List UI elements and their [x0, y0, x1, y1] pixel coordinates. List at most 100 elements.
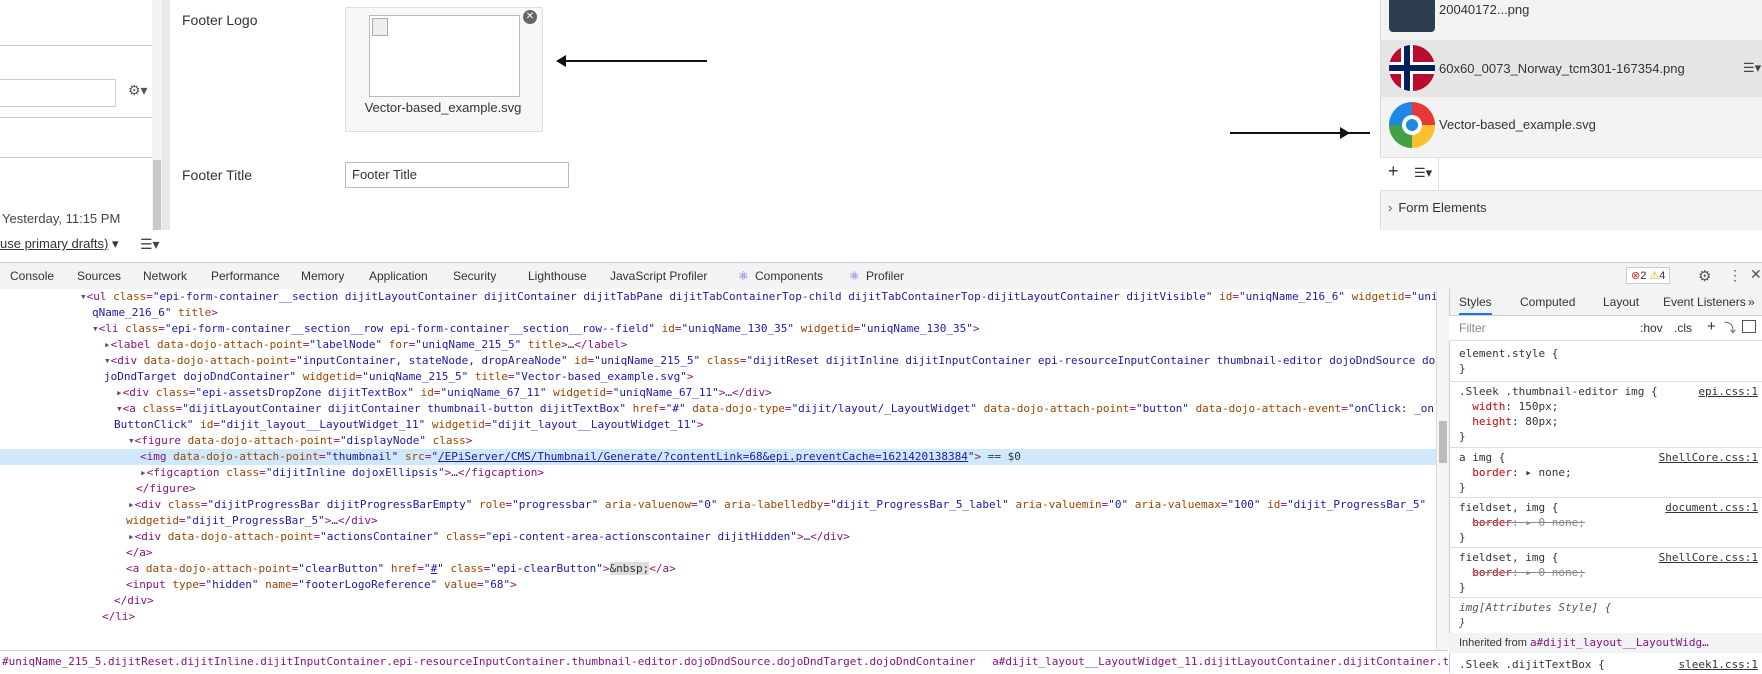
- dom-node[interactable]: ▾<a class="dijitLayoutContainer dijitCon…: [0, 401, 1436, 417]
- asset-item[interactable]: Vector-based_example.svg: [1381, 97, 1762, 154]
- dom-node[interactable]: <input type="hidden" name="footerLogoRef…: [0, 577, 1436, 593]
- chevron-down-icon[interactable]: ▾: [112, 236, 119, 251]
- prop-name[interactable]: height: [1472, 415, 1512, 428]
- left-scrollbar[interactable]: [152, 0, 162, 230]
- rule-source-link[interactable]: epi.css:1: [1698, 384, 1758, 399]
- dom-node-close: </li>: [102, 610, 136, 623]
- prop-value[interactable]: 150px;: [1519, 400, 1559, 413]
- left-list-row[interactable]: [0, 117, 155, 158]
- form-elements-section[interactable]: › Form Elements: [1380, 200, 1486, 215]
- tab-components[interactable]: Components: [755, 269, 823, 283]
- add-rule-icon[interactable]: +: [1707, 318, 1716, 335]
- prop-value[interactable]: 80px;: [1525, 415, 1558, 428]
- logo-thumbnail[interactable]: [369, 15, 520, 97]
- settings-icon[interactable]: ⚙: [1698, 267, 1711, 285]
- asset-item[interactable]: 20040172...png: [1381, 0, 1762, 40]
- tab-profiler[interactable]: Profiler: [866, 269, 904, 283]
- inherited-from-link[interactable]: a#dijit_layout__LayoutWidg…: [1530, 636, 1709, 649]
- prop-name[interactable]: border: [1472, 466, 1512, 479]
- tab-security[interactable]: Security: [453, 269, 496, 283]
- prop-name[interactable]: width: [1472, 400, 1505, 413]
- vector-image-icon: [1389, 102, 1435, 148]
- dom-node[interactable]: ▾<ul class="epi-form-container__section …: [0, 289, 1436, 305]
- devtools-tabbar: Console Sources Network Performance Memo…: [0, 262, 1762, 290]
- style-rule[interactable]: .Sleek .thumbnail-editor img {epi.css:1 …: [1459, 384, 1762, 444]
- menu-icon[interactable]: ☰▾: [140, 236, 160, 253]
- rule-source-link[interactable]: ShellCore.css:1: [1659, 450, 1758, 465]
- tab-layout[interactable]: Layout: [1603, 295, 1639, 309]
- asset-item[interactable]: 60x60_0073_Norway_tcm301-167354.png ☰▾: [1381, 40, 1762, 97]
- more-tabs-icon[interactable]: »: [1748, 295, 1755, 309]
- tab-sources[interactable]: Sources: [77, 269, 121, 283]
- rule-source-link[interactable]: sleek1.css:1: [1679, 657, 1758, 672]
- rule-source-link[interactable]: ShellCore.css:1: [1659, 550, 1758, 565]
- rule-selector: fieldset, img {: [1459, 501, 1559, 514]
- annotation-arrow: [560, 60, 707, 62]
- filter-input[interactable]: Filter: [1459, 321, 1486, 335]
- inherited-header: Inherited from a#dijit_layout__LayoutWid…: [1449, 633, 1762, 653]
- rule-selector: fieldset, img {: [1459, 551, 1559, 564]
- drafts-toggle[interactable]: use primary drafts) ▾: [0, 236, 119, 252]
- prop-value[interactable]: ▸ 0 none;: [1525, 516, 1585, 529]
- dom-node-selected[interactable]: <img data-dojo-attach-point="thumbnail" …: [0, 449, 1436, 465]
- breadcrumb-item[interactable]: a#dijit_layout__LayoutWidget_11.dijitLay…: [982, 655, 1448, 668]
- inherited-label: Inherited from: [1459, 637, 1527, 649]
- dom-node[interactable]: ▾<li class="epi-form-container__section_…: [0, 321, 1436, 337]
- form-elements-label: Form Elements: [1398, 200, 1487, 215]
- gear-icon[interactable]: ⚙▾: [128, 82, 148, 99]
- prop-value[interactable]: ▸ none;: [1525, 466, 1571, 479]
- issues-badge[interactable]: ⊗2 ⚠4: [1626, 267, 1671, 284]
- dom-node[interactable]: ▸<div data-dojo-attach-point="actionsCon…: [0, 529, 1436, 545]
- norway-flag-icon: [1389, 45, 1435, 91]
- context-menu-icon[interactable]: ☰▾: [1743, 60, 1761, 76]
- style-rule[interactable]: element.style { }: [1459, 346, 1762, 376]
- paint-icon[interactable]: ⤵: [1724, 319, 1736, 336]
- tab-memory[interactable]: Memory: [301, 269, 344, 283]
- dom-node[interactable]: ▸<div class="dijitProgressBar dijitProgr…: [0, 497, 1436, 513]
- drafts-link[interactable]: use primary drafts): [0, 236, 108, 251]
- tab-event-listeners[interactable]: Event Listeners: [1663, 295, 1746, 309]
- footer-logo-label: Footer Logo: [182, 12, 258, 28]
- cls-toggle[interactable]: .cls: [1674, 321, 1692, 335]
- rule-selector: element.style {: [1459, 347, 1559, 360]
- prop-name[interactable]: border: [1472, 566, 1512, 579]
- style-rule[interactable]: a img {ShellCore.css:1 border: ▸ none; }: [1459, 450, 1762, 495]
- elements-scrollbar[interactable]: [1436, 289, 1449, 650]
- react-icon: ⚛: [738, 269, 749, 283]
- dom-node[interactable]: <a data-dojo-attach-point="clearButton" …: [0, 561, 1436, 577]
- elements-tree[interactable]: ▾<ul class="epi-form-container__section …: [0, 289, 1436, 650]
- add-icon[interactable]: +: [1388, 161, 1399, 182]
- tab-styles[interactable]: Styles: [1459, 295, 1492, 315]
- dom-node[interactable]: ▾<div data-dojo-attach-point="inputConta…: [0, 353, 1436, 369]
- tab-lighthouse[interactable]: Lighthouse: [528, 269, 587, 283]
- prop-value[interactable]: ▸ 0 none;: [1525, 566, 1585, 579]
- dom-node[interactable]: ▸<div class="epi-assetsDropZone dijitTex…: [0, 385, 1436, 401]
- sidebar-toggle-icon[interactable]: [1742, 320, 1756, 333]
- rule-source-link[interactable]: document.css:1: [1665, 500, 1758, 515]
- tab-application[interactable]: Application: [369, 269, 428, 283]
- tab-network[interactable]: Network: [143, 269, 187, 283]
- close-devtools-icon[interactable]: ✕: [1750, 266, 1762, 283]
- tab-javascript-profiler[interactable]: JavaScript Profiler: [610, 269, 707, 283]
- dom-node[interactable]: ▾<figure data-dojo-attach-point="display…: [0, 433, 1436, 449]
- prop-name[interactable]: border: [1472, 516, 1512, 529]
- breadcrumb-item[interactable]: #uniqName_215_5.dijitReset.dijitInline.d…: [0, 655, 976, 668]
- style-rule[interactable]: fieldset, img {ShellCore.css:1 border: ▸…: [1459, 550, 1762, 595]
- style-rule[interactable]: .Sleek .dijitTextBox {sleek1.css:1: [1459, 657, 1762, 672]
- rule-selector: .Sleek .thumbnail-editor img {: [1459, 385, 1658, 398]
- tab-computed[interactable]: Computed: [1520, 295, 1575, 309]
- dom-node[interactable]: ▸<label data-dojo-attach-point="labelNod…: [0, 337, 1436, 353]
- footer-title-input[interactable]: Footer Title: [345, 162, 569, 188]
- style-rule[interactable]: fieldset, img {document.css:1 border: ▸ …: [1459, 500, 1762, 545]
- left-panel: [0, 0, 162, 230]
- dom-node[interactable]: ▸<figcaption class="dijitInline dojoxEll…: [0, 465, 1436, 481]
- tab-performance[interactable]: Performance: [211, 269, 280, 283]
- more-options-icon[interactable]: ⋮: [1728, 267, 1742, 284]
- left-search-box[interactable]: [0, 79, 116, 107]
- hov-toggle[interactable]: :hov: [1640, 321, 1663, 335]
- tab-console[interactable]: Console: [10, 269, 54, 283]
- style-rule[interactable]: img[Attributes Style] { }: [1459, 600, 1762, 630]
- list-menu-icon[interactable]: ☰▾: [1414, 165, 1432, 181]
- close-icon[interactable]: ✕: [523, 10, 537, 24]
- dom-node-cont: qName_216_6" title>: [92, 306, 218, 319]
